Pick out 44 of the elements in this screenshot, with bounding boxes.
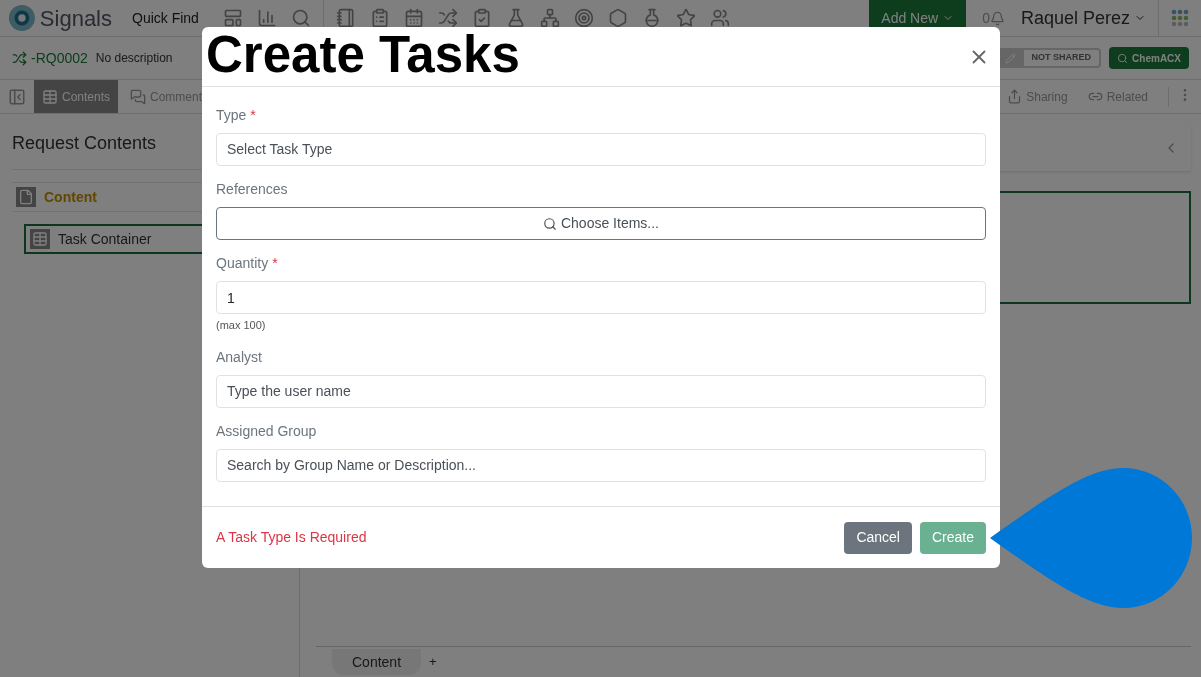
logo-icon [8,3,36,33]
users-icon[interactable] [709,8,730,28]
share-icon [1007,89,1023,104]
bar-chart-icon[interactable] [256,8,277,28]
record-id: -RQ0002 [31,48,88,68]
calendar-icon[interactable] [403,8,424,28]
record-description: No description [95,50,173,67]
search-icon [1117,52,1129,64]
error-message: A Task Type Is Required [216,528,367,547]
field-label: References [216,180,288,198]
required-asterisk: * [250,106,256,124]
choose-items-button[interactable]: Choose Items... [216,207,986,240]
table-icon [30,229,50,249]
notebook-icon[interactable] [335,8,356,28]
layout-icon[interactable] [222,8,243,28]
table-icon [42,88,58,105]
cancel-button[interactable]: Cancel [844,521,912,554]
field-label: Type [216,106,247,124]
search-icon [542,216,557,231]
request-icon [12,50,27,66]
comments-icon [130,88,147,105]
sheet-tab[interactable]: Content [332,649,422,675]
field-hint: (max 100) [216,318,267,333]
input-field[interactable]: Search by Group Name or Description... [216,448,986,482]
network-icon[interactable] [539,8,560,28]
select-field[interactable]: Select Task Type [216,133,986,166]
field-label: Quantity [216,254,269,272]
input-field[interactable]: 1 [216,281,986,314]
panel-toggle-icon[interactable] [8,87,26,106]
user-menu[interactable]: Raquel Perez [1020,4,1146,32]
field-label: Analyst [216,347,262,366]
target-icon[interactable] [573,8,594,28]
file-icon [16,187,36,207]
shuffle-icon[interactable] [437,8,458,28]
chemacx-button[interactable]: ChemACX [1109,47,1189,69]
search-icon[interactable] [290,8,311,28]
add-sheet-button[interactable]: + [429,652,437,672]
star-icon[interactable] [675,8,696,28]
field-label: Assigned Group [216,421,317,440]
input-field[interactable]: Type the user name [216,374,986,408]
hexagon-icon[interactable] [607,8,628,28]
flask-icon[interactable] [505,8,526,28]
logo-text: Signals [39,4,112,33]
required-asterisk: * [272,254,278,272]
